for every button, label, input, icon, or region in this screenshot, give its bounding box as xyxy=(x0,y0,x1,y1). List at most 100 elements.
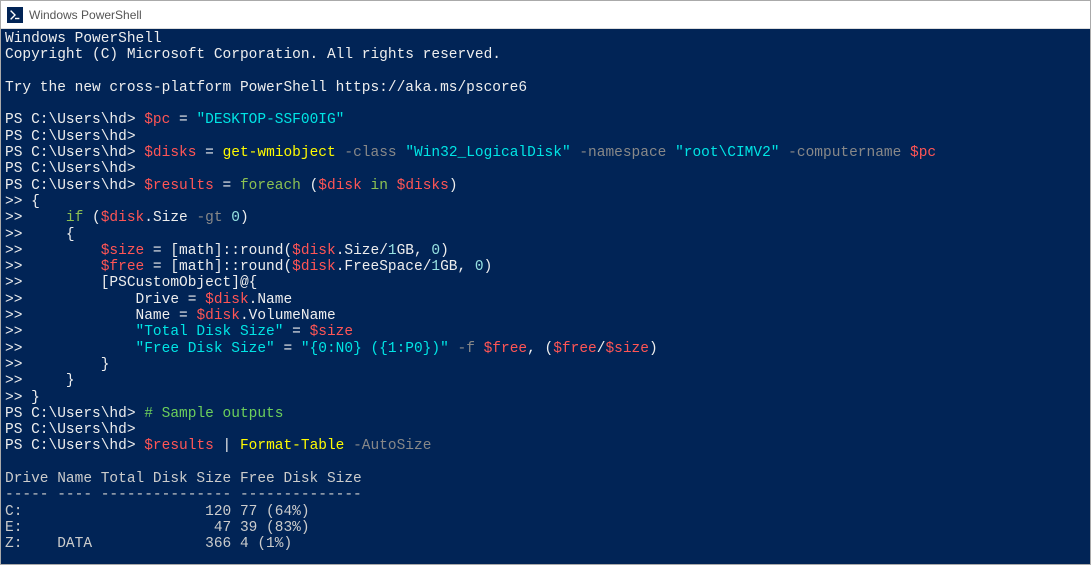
table-row: C: 120 77 (64%) xyxy=(5,504,310,520)
expr: , xyxy=(414,243,431,259)
pipe: | xyxy=(214,438,240,454)
unit: GB xyxy=(397,243,414,259)
param: -computername xyxy=(779,145,910,161)
prompt: PS C:\Users\hd> xyxy=(5,161,136,177)
param: -class xyxy=(336,145,406,161)
variable: $results xyxy=(144,438,214,454)
brace: } xyxy=(22,373,74,389)
prompt-cont: >> xyxy=(5,210,22,226)
param: -AutoSize xyxy=(344,438,431,454)
cmdlet: Format-Table xyxy=(240,438,344,454)
variable: $disk xyxy=(101,210,145,226)
operator: = xyxy=(196,145,222,161)
operator: -gt xyxy=(196,210,222,226)
variable: $pc xyxy=(910,145,936,161)
string: "Free Disk Size" xyxy=(22,341,274,357)
keyword: if xyxy=(22,210,92,226)
prompt-cont: >> xyxy=(5,341,22,357)
variable: $free xyxy=(553,341,597,357)
prompt-cont: >> xyxy=(5,373,22,389)
terminal-output[interactable]: Windows PowerShell Copyright (C) Microso… xyxy=(1,29,1090,564)
prompt: PS C:\Users\hd> xyxy=(5,129,136,145)
number: 0 xyxy=(475,259,484,275)
table-row: Z: DATA 366 4 (1%) xyxy=(5,536,292,552)
param: -namespace xyxy=(571,145,675,161)
prompt-cont: >> xyxy=(5,390,22,406)
string: "{0:N0} ({1:P0})" xyxy=(301,341,449,357)
variable: $size xyxy=(605,341,649,357)
number: 0 xyxy=(223,210,240,226)
operator: = xyxy=(144,243,170,259)
number: 1 xyxy=(388,243,397,259)
variable: $disk xyxy=(292,243,336,259)
prompt: PS C:\Users\hd> xyxy=(5,112,136,128)
paren: ( xyxy=(92,210,101,226)
variable: $disk xyxy=(292,259,336,275)
operator: -f xyxy=(449,341,484,357)
member: .VolumeName xyxy=(240,308,336,324)
number: 1 xyxy=(431,259,440,275)
string: "DESKTOP-SSF00IG" xyxy=(196,112,344,128)
keyword: in xyxy=(362,178,397,194)
member: .Size xyxy=(144,210,196,226)
prompt: PS C:\Users\hd> xyxy=(5,406,136,422)
operator: = xyxy=(283,324,309,340)
variable: $size xyxy=(22,243,144,259)
prompt-cont: >> xyxy=(5,275,22,291)
operator: = xyxy=(214,178,240,194)
prompt: PS C:\Users\hd> xyxy=(5,438,136,454)
expr: ) xyxy=(440,243,449,259)
member: .FreeSpace/ xyxy=(336,259,432,275)
expr: [math]::round( xyxy=(170,243,292,259)
variable: $disk xyxy=(318,178,362,194)
table-header: Drive Name Total Disk Size Free Disk Siz… xyxy=(5,471,362,487)
table-separator: ----- ---- --------------- -------------… xyxy=(5,487,362,503)
operator: = xyxy=(275,341,301,357)
prompt-cont: >> xyxy=(5,259,22,275)
operator: = xyxy=(170,112,196,128)
brace: } xyxy=(22,357,109,373)
expr: ) xyxy=(484,259,493,275)
header-line: Try the new cross-platform PowerShell ht… xyxy=(5,80,527,96)
header-line: Copyright (C) Microsoft Corporation. All… xyxy=(5,47,501,63)
expr: [math]::round( xyxy=(170,259,292,275)
prompt-cont: >> xyxy=(5,324,22,340)
string: "root\CIMV2" xyxy=(675,145,779,161)
window-title: Windows PowerShell xyxy=(29,8,142,22)
powershell-icon xyxy=(7,7,23,23)
prompt-cont: >> xyxy=(5,308,22,324)
paren: ( xyxy=(301,178,318,194)
variable: $free xyxy=(22,259,144,275)
keyword: foreach xyxy=(240,178,301,194)
comment: # Sample outputs xyxy=(144,406,283,422)
operator: = xyxy=(144,259,170,275)
prompt: PS C:\Users\hd> xyxy=(5,178,136,194)
expr: , xyxy=(458,259,475,275)
string: "Total Disk Size" xyxy=(22,324,283,340)
number: 0 xyxy=(431,243,440,259)
variable: $disk xyxy=(196,308,240,324)
unit: GB xyxy=(440,259,457,275)
brace: } xyxy=(22,390,39,406)
expr: Drive = xyxy=(22,292,205,308)
variable: $disks xyxy=(144,145,196,161)
variable: $pc xyxy=(144,112,170,128)
brace: { xyxy=(22,227,74,243)
paren: ) xyxy=(449,178,458,194)
member: .Size/ xyxy=(336,243,388,259)
prompt-cont: >> xyxy=(5,227,22,243)
expr: , ( xyxy=(527,341,553,357)
member: .Name xyxy=(249,292,293,308)
variable: $size xyxy=(310,324,354,340)
prompt: PS C:\Users\hd> xyxy=(5,145,136,161)
cmdlet: get-wmiobject xyxy=(223,145,336,161)
variable: $disk xyxy=(205,292,249,308)
prompt-cont: >> xyxy=(5,292,22,308)
titlebar[interactable]: Windows PowerShell xyxy=(1,1,1090,29)
table-row: E: 47 39 (83%) xyxy=(5,520,310,536)
string: "Win32_LogicalDisk" xyxy=(405,145,570,161)
prompt: PS C:\Users\hd> xyxy=(5,422,136,438)
prompt-cont: >> xyxy=(5,357,22,373)
prompt-cont: >> xyxy=(5,194,22,210)
paren: ) xyxy=(649,341,658,357)
